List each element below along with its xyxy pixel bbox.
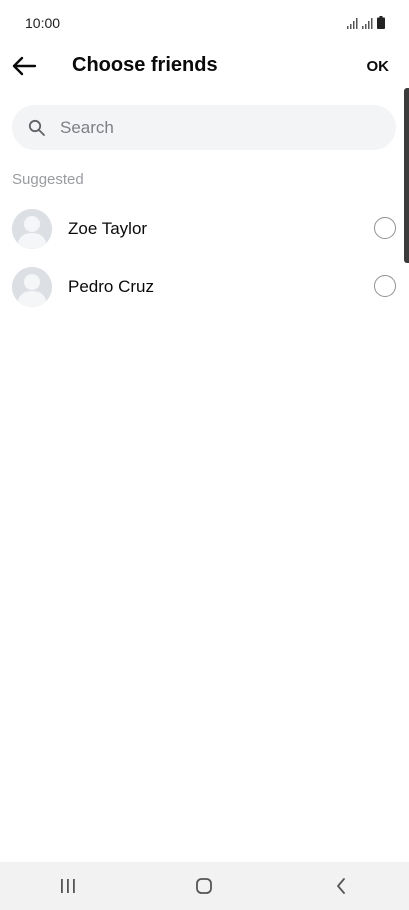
search-icon [28,119,46,137]
battery-icon [377,16,385,29]
select-radio[interactable] [374,217,396,239]
recent-apps-icon [61,879,75,893]
ok-button[interactable]: OK [367,58,390,75]
scrollbar[interactable] [404,88,409,263]
friend-list: Zoe Taylor Pedro Cruz [0,200,409,316]
default-avatar-icon [12,267,52,307]
recent-apps-button[interactable] [38,866,98,906]
default-avatar-icon [12,209,52,249]
search-bar[interactable] [12,105,396,150]
arrow-left-icon [12,56,37,76]
system-nav-bar [0,862,409,910]
home-button[interactable] [174,866,234,906]
status-time: 10:00 [25,15,61,31]
back-button[interactable] [8,50,40,82]
home-icon [196,878,213,894]
back-chevron-icon [336,878,345,894]
friend-row[interactable]: Pedro Cruz [0,258,409,316]
status-icons [347,15,385,29]
friend-name: Zoe Taylor [68,219,148,238]
section-label-suggested: Suggested [12,171,84,188]
signal-icon-2 [362,18,373,29]
select-radio[interactable] [374,275,396,297]
friend-row[interactable]: Zoe Taylor [0,200,409,258]
status-bar: 10:00 [0,0,409,46]
signal-icon [347,18,358,29]
header: Choose friends OK [0,46,409,88]
friend-name: Pedro Cruz [68,277,154,296]
search-input[interactable] [58,116,362,139]
page-title: Choose friends [72,54,218,76]
nav-back-button[interactable] [311,866,371,906]
